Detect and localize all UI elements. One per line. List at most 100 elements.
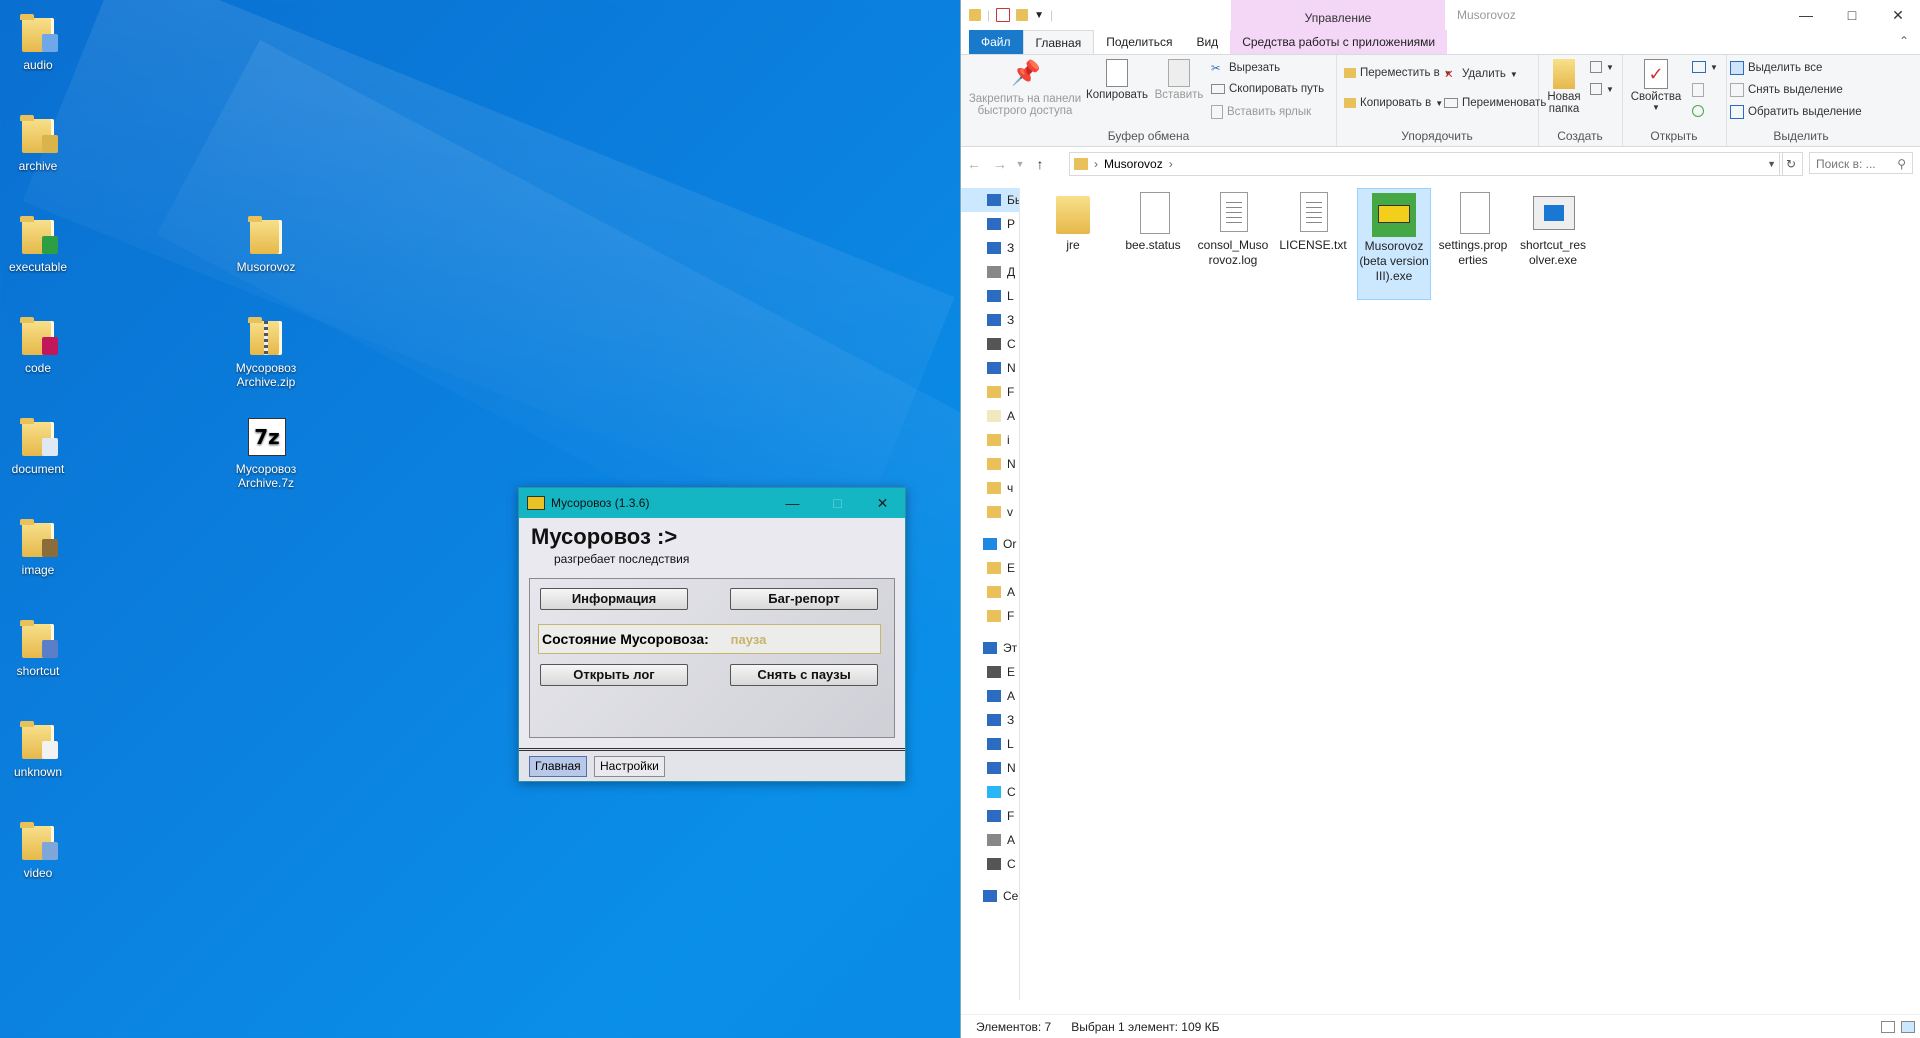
refresh-icon[interactable]: ↻ [1779,152,1803,176]
select-none-button[interactable]: Снять выделение [1730,83,1843,97]
move-to-button[interactable]: Переместить в ▼ [1344,67,1452,79]
tab-main[interactable]: Главная [529,756,587,777]
desktop-icon-zip-archive[interactable]: Мусоровоз Archive.zip [226,313,306,389]
desktop-icon-executable[interactable]: executable [0,212,78,274]
nav-item[interactable]: N [961,452,1019,476]
copy-button[interactable]: Копировать [1085,59,1149,101]
nav-item[interactable]: A [961,684,1019,708]
nav-item[interactable]: E [961,556,1019,580]
collapse-ribbon-icon[interactable]: ⌃ [1899,34,1909,48]
close-button[interactable]: ✕ [1875,0,1920,30]
open-log-button[interactable]: Открыть лог [540,664,688,686]
back-arrow-icon[interactable]: ← [961,156,987,172]
nav-item[interactable]: З [961,308,1019,332]
forward-arrow-icon[interactable]: → [987,156,1013,172]
edit-button[interactable] [1692,83,1704,97]
nav-item[interactable]: N [961,756,1019,780]
copy-path-button[interactable]: Скопировать путь [1211,83,1324,95]
desktop-icon-shortcut[interactable]: shortcut [0,616,78,678]
desktop-icon-7z-archive[interactable]: 7z Мусоровоз Archive.7z [226,414,306,490]
nav-item[interactable]: C [961,780,1019,804]
file-item-settings-properties[interactable]: settings.properties [1437,188,1509,268]
chevron-down-icon[interactable]: ▼ [1034,10,1044,21]
tab-settings[interactable]: Настройки [594,756,665,777]
desktop-icon-musorovoz-folder[interactable]: Musorovoz [226,212,306,274]
nav-item[interactable]: L [961,732,1019,756]
file-item-musorovoz-exe[interactable]: Musorovoz (beta version III).exe [1357,188,1431,300]
tab-file[interactable]: Файл [969,30,1023,54]
nav-item[interactable]: Се [961,884,1019,908]
nav-item[interactable]: З [961,236,1019,260]
properties-icon[interactable] [996,8,1011,22]
search-input[interactable]: Поиск в: ... ⚲ [1809,152,1913,174]
recent-locations-chevron-icon[interactable]: ▼ [1013,159,1027,169]
bug-report-button[interactable]: Баг-репорт [730,588,878,610]
nav-item[interactable]: З [961,708,1019,732]
nav-item[interactable]: i [961,428,1019,452]
nav-item[interactable]: F [961,604,1019,628]
nav-item[interactable]: Д [961,260,1019,284]
up-arrow-icon[interactable]: ↑ [1027,156,1053,172]
tab-home[interactable]: Главная [1022,30,1095,54]
nav-item[interactable]: Бы [961,188,1019,212]
nav-item[interactable]: F [961,380,1019,404]
nav-item[interactable]: A [961,404,1019,428]
nav-item[interactable]: L [961,284,1019,308]
maximize-button[interactable]: □ [1829,0,1875,30]
easy-access-button[interactable]: ▼ [1590,83,1614,95]
file-item-bee-status[interactable]: bee.status [1117,188,1189,253]
nav-item[interactable]: A [961,828,1019,852]
minimize-button[interactable]: — [770,488,815,518]
info-button[interactable]: Информация [540,588,688,610]
desktop-icon-document[interactable]: document [0,414,78,476]
copy-to-button[interactable]: Копировать в ▼ [1344,97,1443,109]
desktop-icon-code[interactable]: code [0,313,78,375]
new-folder-icon[interactable] [1016,9,1029,21]
desktop-icon-audio[interactable]: audio [0,10,78,72]
nav-item[interactable]: С [961,332,1019,356]
nav-item[interactable]: Эт [961,636,1019,660]
tab-view[interactable]: Вид [1184,30,1230,54]
file-item-console-log[interactable]: consol_Musorovoz.log [1197,188,1269,268]
select-all-button[interactable]: Выделить все [1730,61,1822,75]
desktop-icon-image[interactable]: image [0,515,78,577]
nav-item[interactable]: v [961,500,1019,524]
paste-button[interactable]: Вставить [1151,59,1207,101]
details-view-icon[interactable] [1881,1021,1895,1033]
nav-item[interactable]: ч [961,476,1019,500]
properties-button[interactable]: ✓ Свойства ▼ [1628,59,1684,112]
history-button[interactable] [1692,105,1704,117]
nav-item[interactable]: Or [961,532,1019,556]
rename-button[interactable]: Переименовать [1444,97,1546,109]
open-button[interactable]: ▼ [1692,61,1718,73]
nav-item[interactable]: F [961,804,1019,828]
new-item-button[interactable]: ▼ [1590,61,1614,73]
nav-item[interactable]: Р [961,212,1019,236]
address-dropdown-icon[interactable]: ▼ [1767,159,1776,169]
file-item-shortcut-resolver[interactable]: shortcut_resolver.exe [1517,188,1589,268]
large-icons-view-icon[interactable] [1901,1021,1915,1033]
new-folder-button[interactable]: Новая папка [1542,59,1586,115]
invert-selection-button[interactable]: Обратить выделение [1730,105,1862,119]
paste-shortcut-button[interactable]: Вставить ярлык [1211,105,1311,119]
unpause-button[interactable]: Снять с паузы [730,664,878,686]
nav-item[interactable]: C [961,852,1019,876]
nav-item[interactable]: N [961,356,1019,380]
desktop-icon-archive[interactable]: archive [0,111,78,173]
app-titlebar[interactable]: Мусоровоз (1.3.6) — □ ✕ [519,488,905,518]
minimize-button[interactable]: — [1783,0,1829,30]
tab-app-tools[interactable]: Средства работы с приложениями [1230,30,1448,54]
explorer-titlebar[interactable]: | ▼ | Управление Musorovoz — □ ✕ [961,0,1920,30]
close-button[interactable]: ✕ [860,488,905,518]
file-item-license[interactable]: LICENSE.txt [1277,188,1349,253]
nav-item[interactable]: A [961,580,1019,604]
file-item-jre[interactable]: jre [1037,188,1109,253]
cut-button[interactable]: ✂ Вырезать [1211,61,1280,75]
nav-item[interactable]: E [961,660,1019,684]
pin-quick-access-button[interactable]: 📌 Закрепить на панели быстрого доступа [965,59,1085,117]
address-field[interactable]: › Musorovoz › ▼ [1069,152,1783,176]
desktop-icon-video[interactable]: video [0,818,78,880]
desktop-icon-unknown[interactable]: unknown [0,717,78,779]
tab-share[interactable]: Поделиться [1094,30,1184,54]
delete-button[interactable]: ✕ Удалить ▼ [1444,67,1518,81]
